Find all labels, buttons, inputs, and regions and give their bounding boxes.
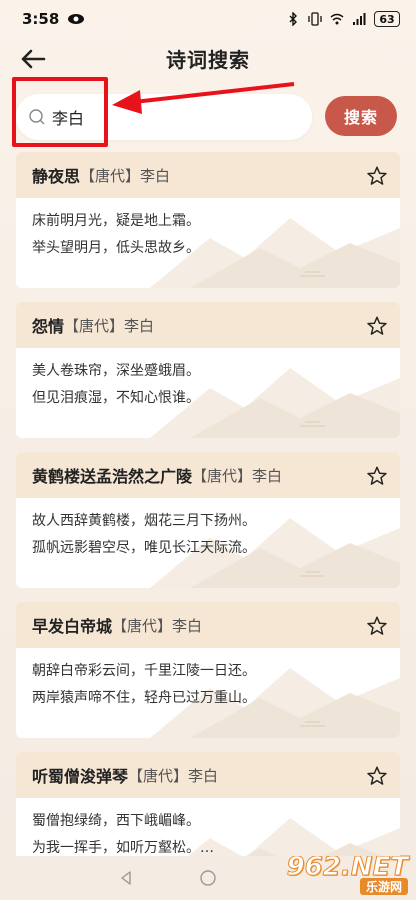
header: 诗词搜索 — [0, 38, 416, 78]
poem-author: 李白 — [140, 166, 171, 185]
poem-line: 床前明月光，疑是地上霜。 — [32, 213, 200, 229]
poem-line: 故人西辞黄鹤楼，烟花三月下扬州。 — [32, 513, 256, 529]
poem-title: 早发白帝城 — [32, 617, 113, 636]
star-icon[interactable] — [366, 315, 388, 337]
star-icon[interactable] — [366, 165, 388, 187]
eye-icon — [68, 14, 85, 24]
status-right: 63 — [286, 11, 400, 27]
poem-title: 静夜思 — [32, 167, 81, 186]
poem-line: 为我一挥手，如听万壑松。… — [32, 840, 214, 856]
results-list: 静夜思 【唐代】 李白 床前明月光，疑是地上霜。 举头望明月，低头思故乡。 怨情… — [16, 152, 400, 856]
poem-title: 听蜀僧浚弹琴 — [32, 767, 129, 786]
poem-card[interactable]: 静夜思 【唐代】 李白 床前明月光，疑是地上霜。 举头望明月，低头思故乡。 — [16, 152, 400, 288]
poem-line: 蜀僧抱绿绮，西下峨嵋峰。 — [32, 813, 200, 829]
watermark-sub-text: 乐游网 — [359, 877, 408, 895]
poem-dynasty: 【唐代】 — [112, 616, 173, 635]
poem-header: 怨情 【唐代】 李白 — [16, 302, 400, 348]
annotation-arrow — [112, 82, 295, 114]
poem-body: 美人卷珠帘，深坐蹙蛾眉。 但见泪痕湿，不知心恨谁。 — [16, 348, 400, 422]
signal-icon — [353, 13, 366, 25]
bluetooth-icon — [289, 12, 297, 26]
page-title: 诗词搜索 — [166, 47, 250, 72]
poem-header: 黄鹤楼送孟浩然之广陵 【唐代】 李白 — [16, 452, 400, 498]
poem-author: 李白 — [252, 466, 283, 485]
status-time: 3:58 — [22, 10, 60, 28]
poem-line: 但见泪痕湿，不知心恨谁。 — [32, 390, 200, 406]
vibrate-icon — [308, 12, 322, 26]
poem-card[interactable]: 早发白帝城 【唐代】 李白 朝辞白帝彩云间，千里江陵一日还。 两岸猿声啼不住，轻… — [16, 602, 400, 738]
poem-dynasty: 【唐代】 — [80, 166, 141, 185]
star-icon[interactable] — [366, 615, 388, 637]
battery-indicator: 63 — [374, 11, 400, 27]
poem-body: 故人西辞黄鹤楼，烟花三月下扬州。 孤帆远影碧空尽，唯见长江天际流。 — [16, 498, 400, 572]
poem-dynasty: 【唐代】 — [192, 466, 253, 485]
poem-card[interactable]: 怨情 【唐代】 李白 美人卷珠帘，深坐蹙蛾眉。 但见泪痕湿，不知心恨谁。 — [16, 302, 400, 438]
poem-card[interactable]: 黄鹤楼送孟浩然之广陵 【唐代】 李白 故人西辞黄鹤楼，烟花三月下扬州。 孤帆远影… — [16, 452, 400, 588]
star-icon[interactable] — [366, 765, 388, 787]
poem-card[interactable]: 听蜀僧浚弹琴 【唐代】 李白 蜀僧抱绿绮，西下峨嵋峰。 为我一挥手，如听万壑松。… — [16, 752, 400, 856]
status-left: 3:58 — [22, 10, 85, 28]
poem-header: 听蜀僧浚弹琴 【唐代】 李白 — [16, 752, 400, 798]
wifi-icon — [330, 13, 344, 25]
poem-body: 朝辞白帝彩云间，千里江陵一日还。 两岸猿声啼不住，轻舟已过万重山。 — [16, 648, 400, 722]
poem-body: 蜀僧抱绿绮，西下峨嵋峰。 为我一挥手，如听万壑松。… — [16, 798, 400, 856]
poem-title: 怨情 — [32, 317, 65, 336]
poem-line: 朝辞白帝彩云间，千里江陵一日还。 — [32, 663, 256, 679]
poem-line: 两岸猿声啼不住，轻舟已过万重山。 — [32, 690, 256, 706]
nav-back-icon[interactable] — [117, 869, 135, 887]
poem-author: 李白 — [172, 616, 203, 635]
poem-header: 早发白帝城 【唐代】 李白 — [16, 602, 400, 648]
back-arrow-icon — [21, 49, 46, 69]
star-icon[interactable] — [366, 465, 388, 487]
poem-author: 李白 — [124, 316, 155, 335]
poem-title: 黄鹤楼送孟浩然之广陵 — [32, 467, 193, 486]
poem-header: 静夜思 【唐代】 李白 — [16, 152, 400, 198]
highlight-box — [12, 77, 108, 147]
search-button[interactable]: 搜索 — [325, 96, 397, 136]
nav-home-icon[interactable] — [199, 869, 217, 887]
poem-line: 举头望明月，低头思故乡。 — [32, 240, 200, 256]
poem-dynasty: 【唐代】 — [64, 316, 125, 335]
poem-line: 美人卷珠帘，深坐蹙蛾眉。 — [32, 363, 200, 379]
back-button[interactable] — [18, 44, 48, 74]
status-bar: 3:58 63 — [0, 0, 416, 38]
poem-dynasty: 【唐代】 — [128, 766, 189, 785]
poem-body: 床前明月光，疑是地上霜。 举头望明月，低头思故乡。 — [16, 198, 400, 272]
poem-line: 孤帆远影碧空尽，唯见长江天际流。 — [32, 540, 256, 556]
poem-author: 李白 — [188, 766, 219, 785]
